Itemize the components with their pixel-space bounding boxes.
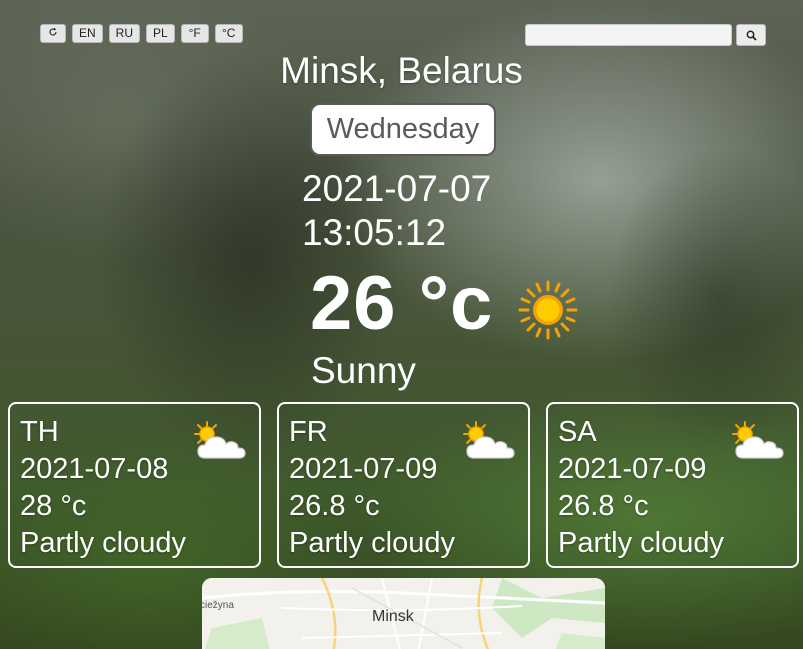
city-title: Minsk, Belarus (280, 50, 523, 91)
lang-pl-button[interactable]: PL (146, 24, 175, 43)
sun-icon (518, 280, 578, 340)
search-icon (746, 30, 757, 41)
search-input[interactable] (525, 24, 732, 46)
lang-ru-button[interactable]: RU (108, 24, 141, 43)
partly-cloudy-icon (463, 421, 515, 459)
forecast-temperature: 26.8 °c (558, 490, 649, 522)
map-city-label: Minsk (372, 608, 414, 625)
forecast-temperature: 28 °c (20, 490, 87, 522)
location-map[interactable]: ciežyna Minsk (202, 578, 605, 649)
partly-cloudy-icon (732, 421, 784, 459)
forecast-card: FR 2021-07-09 26.8 °c Partly cloudy (277, 402, 530, 568)
forecast-condition: Partly cloudy (558, 527, 725, 559)
refresh-icon (49, 27, 57, 36)
search-bar (525, 24, 766, 46)
current-date: 2021-07-07 (302, 168, 492, 209)
current-time: 13:05:12 (302, 212, 447, 253)
forecast-condition: Partly cloudy (289, 527, 456, 559)
forecast-card: SA 2021-07-09 26.8 °c Partly cloudy (546, 402, 799, 568)
weekday-badge: Wednesday (310, 103, 496, 156)
unit-fahrenheit-button[interactable]: °F (180, 24, 209, 43)
unit-celsius-button[interactable]: °C (214, 24, 243, 43)
lang-en-button[interactable]: EN (72, 24, 103, 43)
refresh-button[interactable] (40, 24, 66, 43)
forecast-card: TH 2021-07-08 28 °c Partly cloudy (8, 402, 261, 568)
current-temperature: 26 °c (310, 261, 494, 346)
map-place-label: ciežyna (202, 600, 234, 611)
partly-cloudy-icon (194, 421, 246, 459)
forecast-temperature: 26.8 °c (289, 490, 380, 522)
search-button[interactable] (736, 24, 766, 46)
forecast-condition: Partly cloudy (20, 527, 187, 559)
current-condition: Sunny (311, 350, 416, 391)
control-bar: EN RU PL °F °C (40, 24, 243, 43)
